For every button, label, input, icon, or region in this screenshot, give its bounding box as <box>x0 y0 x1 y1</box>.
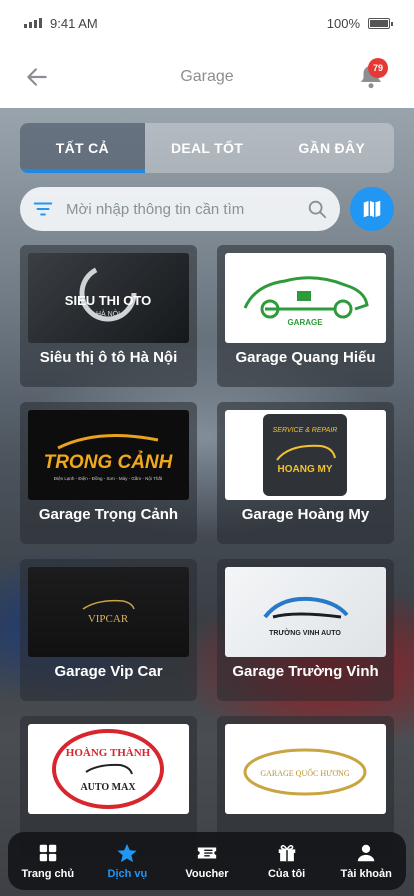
nav-mine[interactable]: Của tôi <box>247 832 327 890</box>
svg-text:TRƯỜNG VINH AUTO: TRƯỜNG VINH AUTO <box>269 628 341 637</box>
page-title: Garage <box>180 68 234 85</box>
nav-account[interactable]: Tài khoản <box>326 832 406 890</box>
garage-logo: VIPCAR <box>28 567 189 657</box>
garage-name: Garage Hoàng My <box>241 506 370 523</box>
status-time: 9:41 AM <box>50 15 98 31</box>
nav-label: Trang chủ <box>21 868 75 880</box>
garage-card[interactable]: SERVICE & REPAIR HOANG MY Garage Hoàng M… <box>217 402 394 544</box>
gift-icon <box>278 844 295 862</box>
garage-logo: HOÀNG THÀNH AUTO MAX <box>28 724 189 814</box>
svg-text:SIEU THI OTO: SIEU THI OTO <box>65 293 151 308</box>
map-button[interactable] <box>350 187 394 231</box>
star-icon <box>117 843 138 863</box>
tab-all[interactable]: TẤT CẢ <box>20 123 145 173</box>
svg-text:GARAGE: GARAGE <box>287 318 323 327</box>
filter-icon[interactable] <box>32 198 54 220</box>
search-icon[interactable] <box>306 198 328 220</box>
svg-text:SERVICE & REPAIR: SERVICE & REPAIR <box>273 427 338 434</box>
tab-nearby[interactable]: GẦN ĐÂY <box>269 123 394 173</box>
voucher-icon <box>197 847 217 859</box>
garage-logo: GARAGE <box>225 253 386 343</box>
svg-text:VIPCAR: VIPCAR <box>88 613 129 625</box>
garage-logo: SERVICE & REPAIR HOANG MY <box>225 410 386 500</box>
svg-text:HOANG MY: HOANG MY <box>278 464 333 475</box>
nav-voucher[interactable]: Voucher <box>167 832 247 890</box>
garage-card[interactable]: GARAGE Garage Quang Hiếu <box>217 245 394 387</box>
garage-card[interactable]: SIEU THI OTO HÀ NỘI Siêu thị ô tô Hà Nội <box>20 245 197 387</box>
garage-name: Siêu thị ô tô Hà Nội <box>39 349 178 366</box>
nav-label: Dịch vụ <box>107 868 148 880</box>
garage-logo: TRONG CẢNH Điện Lạnh - Điện - Đồng - Sơn… <box>28 410 189 500</box>
app-header: Garage 79 <box>0 46 414 108</box>
svg-text:GARAGE QUỐC HƯƠNG: GARAGE QUỐC HƯƠNG <box>260 768 350 778</box>
bottom-nav: Trang chủ Dịch vụ Voucher Của tôi Tài kh… <box>8 832 406 890</box>
notification-badge: 79 <box>368 58 388 78</box>
search-bar[interactable]: Mời nhập thông tin cần tìm <box>20 187 340 231</box>
nav-label: Của tôi <box>267 868 306 880</box>
garage-name: Garage Trường Vinh <box>232 663 379 680</box>
back-arrow-icon[interactable] <box>24 64 50 90</box>
search-input[interactable]: Mời nhập thông tin cần tìm <box>66 201 306 218</box>
status-bar: 9:41 AM 100% <box>0 0 414 46</box>
garage-name: Garage Vip Car <box>54 663 163 680</box>
garage-card[interactable]: TRONG CẢNH Điện Lạnh - Điện - Đồng - Sơn… <box>20 402 197 544</box>
garage-card[interactable]: VIPCAR Garage Vip Car <box>20 559 197 701</box>
svg-text:TRONG CẢNH: TRONG CẢNH <box>44 451 174 473</box>
nav-home[interactable]: Trang chủ <box>8 832 88 890</box>
svg-text:HÀ NỘI: HÀ NỘI <box>96 309 120 318</box>
tab-good-deals[interactable]: DEAL TỐT <box>145 123 270 173</box>
signal-icon <box>24 18 42 28</box>
garage-logo: SIEU THI OTO HÀ NỘI <box>28 253 189 343</box>
nav-label: Voucher <box>185 868 229 880</box>
garage-logo: TRƯỜNG VINH AUTO <box>225 567 386 657</box>
svg-text:AUTO MAX: AUTO MAX <box>80 782 136 793</box>
svg-text:Điện Lạnh - Điện - Đồng - Sơn: Điện Lạnh - Điện - Đồng - Sơn - Máy - Gầ… <box>54 476 163 481</box>
garage-name: Garage Trọng Cảnh <box>38 506 179 523</box>
garage-name: Garage Quang Hiếu <box>235 349 376 366</box>
user-icon <box>357 844 375 862</box>
nav-services[interactable]: Dịch vụ <box>88 832 168 890</box>
grid-icon <box>39 844 57 862</box>
filter-tabs: TẤT CẢ DEAL TỐT GẦN ĐÂY <box>20 123 394 173</box>
svg-text:HOÀNG THÀNH: HOÀNG THÀNH <box>66 747 151 759</box>
nav-label: Tài khoản <box>340 868 392 880</box>
battery-icon <box>368 17 393 29</box>
battery-percent: 100% <box>326 15 360 31</box>
garage-card[interactable]: TRƯỜNG VINH AUTO Garage Trường Vinh <box>217 559 394 701</box>
map-icon <box>363 200 381 218</box>
garage-logo: GARAGE QUỐC HƯƠNG <box>225 724 386 814</box>
